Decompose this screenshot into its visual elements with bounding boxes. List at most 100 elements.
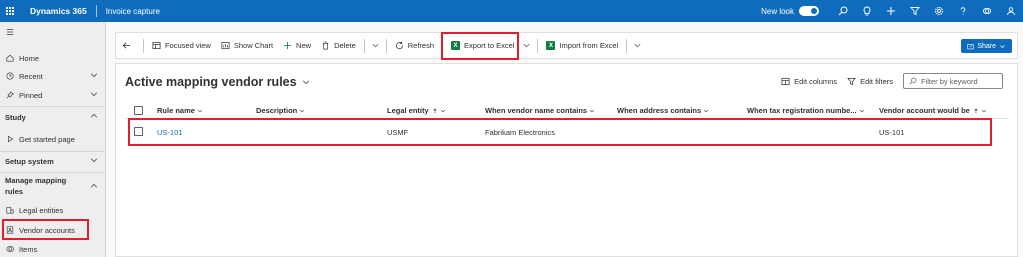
sidebar-item-home[interactable]: Home: [0, 50, 106, 66]
section-title-line: Manage mapping: [5, 176, 67, 185]
sidebar-item-label: Items: [19, 244, 38, 254]
app-launcher-icon[interactable]: [0, 0, 20, 22]
share-label: Share: [977, 42, 996, 50]
export-to-excel-label: Export to Excel: [464, 41, 515, 50]
column-label: When tax registration numbe...: [747, 106, 857, 115]
command-divider: [442, 38, 444, 53]
edit-filters-button[interactable]: Edit filters: [847, 77, 893, 86]
column-header-description[interactable]: Description: [256, 102, 305, 119]
filter-by-keyword-input[interactable]: Filter by keyword: [903, 73, 1003, 89]
delete-button[interactable]: Delete: [316, 32, 361, 59]
page-title: Active mapping vendor rules: [125, 75, 297, 89]
sidebar-item-vendor-accounts[interactable]: Vendor accounts: [0, 222, 106, 238]
row-checkbox[interactable]: [134, 127, 143, 136]
sidebar-section-mapping[interactable]: Manage mapping rules: [0, 175, 106, 201]
import-dropdown[interactable]: [630, 32, 645, 59]
export-to-excel-button[interactable]: X Export to Excel: [446, 32, 519, 59]
chevron-up-icon[interactable]: [90, 182, 98, 192]
clock-icon: [3, 72, 17, 80]
chevron-down-icon: [981, 109, 986, 112]
lightbulb-icon[interactable]: [855, 0, 879, 22]
column-header-legal-entity[interactable]: Legal entity: [387, 102, 446, 119]
column-label: Vendor account would be: [879, 106, 970, 115]
section-title: Study: [5, 112, 26, 122]
chevron-down-icon: [1000, 44, 1005, 48]
section-title: Manage mapping rules: [5, 175, 66, 197]
plus-icon[interactable]: [879, 0, 903, 22]
sidebar-divider: [0, 172, 106, 173]
more-dropdown[interactable]: [368, 32, 383, 59]
vendor-icon: [3, 226, 17, 234]
share-button[interactable]: Share: [961, 39, 1012, 53]
column-header-tax-registration[interactable]: When tax registration numbe...: [747, 102, 865, 119]
chevron-down-icon: [859, 109, 864, 112]
column-header-rule-name[interactable]: Rule name: [157, 102, 203, 119]
back-arrow-icon[interactable]: [122, 41, 131, 50]
excel-icon: X: [451, 41, 461, 50]
sidebar-item-legal-entities[interactable]: Legal entities: [0, 203, 106, 217]
focused-view-label: Focused view: [165, 41, 211, 50]
column-label: When vendor name contains: [485, 106, 588, 115]
sidebar-section-study[interactable]: Study: [0, 109, 106, 125]
column-label: Description: [256, 106, 298, 115]
export-dropdown[interactable]: [519, 32, 534, 59]
share-icon: [967, 43, 974, 49]
avatar-icon[interactable]: [999, 0, 1023, 22]
chevron-down-icon[interactable]: [371, 41, 380, 50]
chevron-down-icon[interactable]: [90, 90, 98, 100]
sidebar-item-label: Vendor accounts: [19, 225, 75, 235]
sort-ascending-icon: [974, 107, 978, 113]
sidebar-item-items[interactable]: Items: [0, 241, 106, 257]
new-button[interactable]: New: [278, 32, 316, 59]
vendor-name-contains-cell: Fabrikam Electronics: [485, 127, 556, 137]
sidebar-item-recent[interactable]: Recent: [0, 68, 106, 84]
brand-name[interactable]: Dynamics 365: [30, 6, 87, 16]
search-icon: [909, 77, 917, 85]
edit-columns-button[interactable]: Edit columns: [781, 77, 837, 86]
column-header-address-contains[interactable]: When address contains: [617, 102, 709, 119]
sidebar-item-pinned[interactable]: Pinned: [0, 87, 106, 103]
sidebar-item-get-started[interactable]: Get started page: [0, 131, 106, 147]
focused-view-icon: [152, 41, 161, 50]
edit-filters-label: Edit filters: [860, 76, 893, 86]
import-from-excel-label: Import from Excel: [559, 41, 619, 50]
chevron-down-icon[interactable]: [633, 41, 642, 50]
column-header-vendor-name-contains[interactable]: When vendor name contains: [485, 102, 595, 119]
refresh-button[interactable]: Refresh: [390, 32, 439, 59]
copilot-icon[interactable]: [975, 0, 999, 22]
chevron-up-icon[interactable]: [90, 112, 98, 122]
back-button[interactable]: [116, 32, 140, 59]
select-all-checkbox[interactable]: [134, 106, 143, 115]
chevron-down-icon[interactable]: [90, 71, 98, 81]
chevron-down-icon[interactable]: [302, 78, 310, 86]
filter-icon[interactable]: [903, 0, 927, 22]
chevron-down-icon[interactable]: [90, 156, 98, 166]
import-from-excel-button[interactable]: X Import from Excel: [541, 32, 623, 59]
view-tools: Edit columns Edit filters Filter by keyw…: [771, 73, 1003, 89]
command-divider: [363, 38, 365, 53]
column-label: When address contains: [617, 106, 702, 115]
sidebar: Home Recent Pinned Study Get started pag…: [0, 22, 106, 257]
view-selector[interactable]: Active mapping vendor rules: [125, 75, 310, 89]
play-icon: [3, 135, 17, 143]
hamburger-menu[interactable]: [0, 26, 106, 38]
chart-icon: [221, 41, 230, 50]
hamburger-icon[interactable]: [3, 28, 17, 36]
rule-name-link[interactable]: US-101: [157, 122, 182, 142]
gear-icon[interactable]: [927, 0, 951, 22]
new-look-toggle[interactable]: [799, 6, 819, 16]
help-icon[interactable]: [951, 0, 975, 22]
column-header-vendor-account[interactable]: Vendor account would be: [879, 102, 987, 119]
chevron-down-icon[interactable]: [522, 41, 531, 50]
command-divider: [143, 38, 144, 53]
show-chart-button[interactable]: Show Chart: [216, 32, 278, 59]
sidebar-item-label: Pinned: [19, 90, 43, 100]
focused-view-button[interactable]: Focused view: [147, 32, 216, 59]
entity-icon: [3, 206, 17, 214]
table-row[interactable]: US-101 USMF Fabrikam Electronics US-101: [125, 122, 1009, 142]
column-label: Rule name: [157, 106, 195, 115]
main-panel: Active mapping vendor rules Edit columns…: [115, 63, 1018, 257]
refresh-icon: [395, 41, 403, 50]
search-icon[interactable]: [831, 0, 855, 22]
sidebar-section-setup[interactable]: Setup system: [0, 153, 106, 169]
